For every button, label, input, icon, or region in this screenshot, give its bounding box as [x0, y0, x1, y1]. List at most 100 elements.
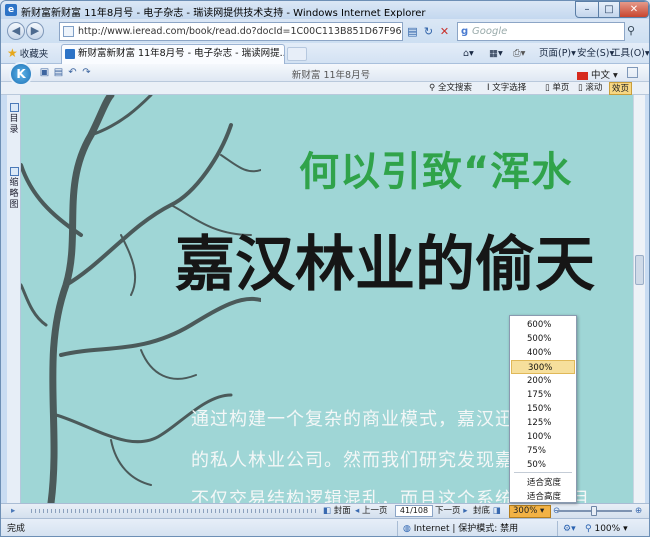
zoom-fit-height[interactable]: 适合高度	[511, 490, 575, 504]
toc-label: 目录	[9, 114, 19, 135]
reader-bottom-bar: ▸ ◧ 封面 ◂ 上一页 41/108 下一页 ▸ 封底 ◨ 300% ▾ ⊖ …	[1, 503, 649, 518]
single-page-button[interactable]: ▯ 单页	[545, 82, 569, 95]
zoom-option-200[interactable]: 200%	[511, 374, 575, 388]
scrollbar-thumb[interactable]	[635, 255, 644, 285]
zoom-icon: ⚲	[585, 524, 592, 534]
thumbnails-label: 缩略图	[9, 178, 19, 210]
forward-button[interactable]: ▶	[26, 22, 44, 40]
zoom-option-500[interactable]: 500%	[511, 332, 575, 346]
google-icon: g	[461, 26, 469, 37]
page-number-input[interactable]: 41/108	[395, 505, 433, 517]
fulltext-search-label: 全文搜索	[437, 83, 472, 93]
tab-page-icon	[65, 49, 75, 59]
zoom-fit-width[interactable]: 适合宽度	[511, 476, 575, 490]
tab-bar: ★ 收藏夹 新财富新财富 11年8月号 - 电子杂志 - 瑞读网提... ⌂▾ ▦…	[1, 43, 649, 64]
tab-active[interactable]: 新财富新财富 11年8月号 - 电子杂志 - 瑞读网提...	[61, 44, 285, 64]
zoom-option-125[interactable]: 125%	[511, 416, 575, 430]
text-select-button[interactable]: I 文字选择	[487, 82, 526, 95]
status-divider	[557, 521, 558, 536]
scroll-label: 滚动	[585, 83, 603, 93]
progress-start-icon: ▸	[11, 506, 16, 516]
zoom-option-175[interactable]: 175%	[511, 388, 575, 402]
single-page-label: 单页	[552, 83, 570, 93]
zoom-slider-knob[interactable]	[591, 506, 597, 516]
address-input[interactable]: http://www.ieread.com/book/read.do?docId…	[59, 22, 403, 41]
print-icon[interactable]: ▤	[53, 67, 64, 78]
window-mode-icon[interactable]	[627, 67, 638, 78]
search-input[interactable]: g Google	[457, 22, 625, 41]
tools-menu-label: 工具(O)	[611, 48, 645, 59]
home-icon[interactable]: ⌂▾	[463, 46, 474, 61]
vertical-scrollbar[interactable]	[633, 95, 645, 503]
thumbnails-icon	[9, 167, 19, 176]
undo-icon[interactable]: ↶	[67, 67, 78, 78]
scroll-button[interactable]: ▯ 滚动	[578, 82, 602, 95]
tools-menu[interactable]: 工具(O)▾	[611, 46, 649, 61]
prev-icon: ◂	[355, 506, 360, 516]
security-zone[interactable]: ◍ Internet | 保护模式: 禁用	[403, 522, 518, 536]
close-button[interactable]: ✕	[619, 1, 649, 18]
tab-label: 新财富新财富 11年8月号 - 电子杂志 - 瑞读网提...	[78, 48, 285, 59]
thumbnails-tab[interactable]: 缩略图	[8, 167, 20, 211]
text-select-label: 文字选择	[492, 83, 527, 93]
zoom-select[interactable]: 300% ▾	[509, 505, 551, 518]
navigation-bar: ◀ ▶ http://www.ieread.com/book/read.do?d…	[1, 19, 649, 43]
zoom-option-150[interactable]: 150%	[511, 402, 575, 416]
next-icon: ▸	[463, 506, 468, 516]
feeds-icon[interactable]: ▦▾	[489, 46, 503, 61]
search-placeholder: Google	[472, 26, 508, 37]
back-cover-icon: ◨	[492, 506, 501, 516]
zoom-option-300[interactable]: 300%	[511, 360, 575, 374]
status-zoom[interactable]: ⚲ 100% ▾	[585, 522, 628, 536]
refresh-icon[interactable]: ↻	[421, 23, 436, 40]
maximize-button[interactable]: □	[598, 1, 620, 18]
next-label: 下一页	[435, 506, 461, 516]
language-select[interactable]: 中文 ▾	[577, 67, 618, 81]
favorites-button[interactable]: ★ 收藏夹	[7, 46, 48, 61]
globe-icon: ◍	[403, 524, 411, 534]
compatibility-icon[interactable]: ▤	[405, 23, 420, 40]
zoom-option-400[interactable]: 400%	[511, 346, 575, 360]
reader-tool-strip: ⚲ 全文搜索 I 文字选择 ▯ 单页 ▯ 滚动 效页	[1, 82, 649, 95]
toc-tab[interactable]: 目录	[8, 103, 20, 136]
stop-icon[interactable]: ✕	[437, 23, 452, 40]
save-icon[interactable]: ▣	[39, 67, 50, 78]
back-cover-button[interactable]: 封底 ◨	[473, 505, 501, 518]
add-on-icon[interactable]: ⚙▾	[563, 522, 576, 536]
zoom-option-50[interactable]: 50%	[511, 458, 575, 472]
status-zoom-label: 100%	[594, 524, 621, 534]
back-button[interactable]: ◀	[7, 22, 25, 40]
next-page-button[interactable]: 下一页 ▸	[435, 505, 468, 518]
headline-main: 嘉汉林业的偷天	[175, 230, 595, 300]
new-tab-button[interactable]	[287, 47, 307, 61]
safety-menu[interactable]: 安全(S)▾	[577, 46, 614, 61]
zoom-dropdown-menu: 600% 500% 400% 300% 200% 175% 150% 125% …	[509, 315, 577, 503]
zoom-option-100[interactable]: 100%	[511, 430, 575, 444]
effect-button[interactable]: 效页	[609, 82, 633, 95]
page-menu[interactable]: 页面(P)▾	[539, 46, 576, 61]
page-progress-track[interactable]	[31, 509, 316, 513]
print-icon[interactable]: ⎙▾	[513, 46, 525, 61]
cover-icon: ◧	[323, 506, 332, 516]
zoom-in-icon[interactable]: ⊕	[635, 505, 642, 518]
magazine-title: 新财富 11年8月号	[291, 70, 371, 81]
minimize-button[interactable]: –	[575, 1, 599, 18]
cover-label: 封面	[333, 506, 351, 516]
star-icon: ★	[7, 46, 18, 60]
zoom-option-75[interactable]: 75%	[511, 444, 575, 458]
status-text: 完成	[7, 524, 26, 534]
redo-icon[interactable]: ↷	[81, 67, 92, 78]
language-label: 中文	[591, 70, 611, 81]
prev-page-button[interactable]: ◂ 上一页	[355, 505, 388, 518]
status-bar: 完成 ◍ Internet | 保护模式: 禁用 ⚙▾ ⚲ 100% ▾	[1, 518, 649, 536]
address-url: http://www.ieread.com/book/read.do?docId…	[78, 26, 402, 37]
window-title: 新财富新财富 11年8月号 - 电子杂志 - 瑞读网提供技术支持 - Windo…	[21, 8, 426, 19]
effect-label: 效页	[612, 84, 630, 94]
fulltext-search-button[interactable]: ⚲ 全文搜索	[429, 82, 472, 95]
search-icon[interactable]: ⚲	[627, 24, 641, 39]
back-cover-label: 封底	[473, 506, 491, 516]
zoom-option-600[interactable]: 600%	[511, 318, 575, 332]
reader-logo: K	[9, 62, 33, 86]
favorites-label: 收藏夹	[19, 49, 49, 60]
cover-button[interactable]: ◧ 封面	[323, 505, 351, 518]
